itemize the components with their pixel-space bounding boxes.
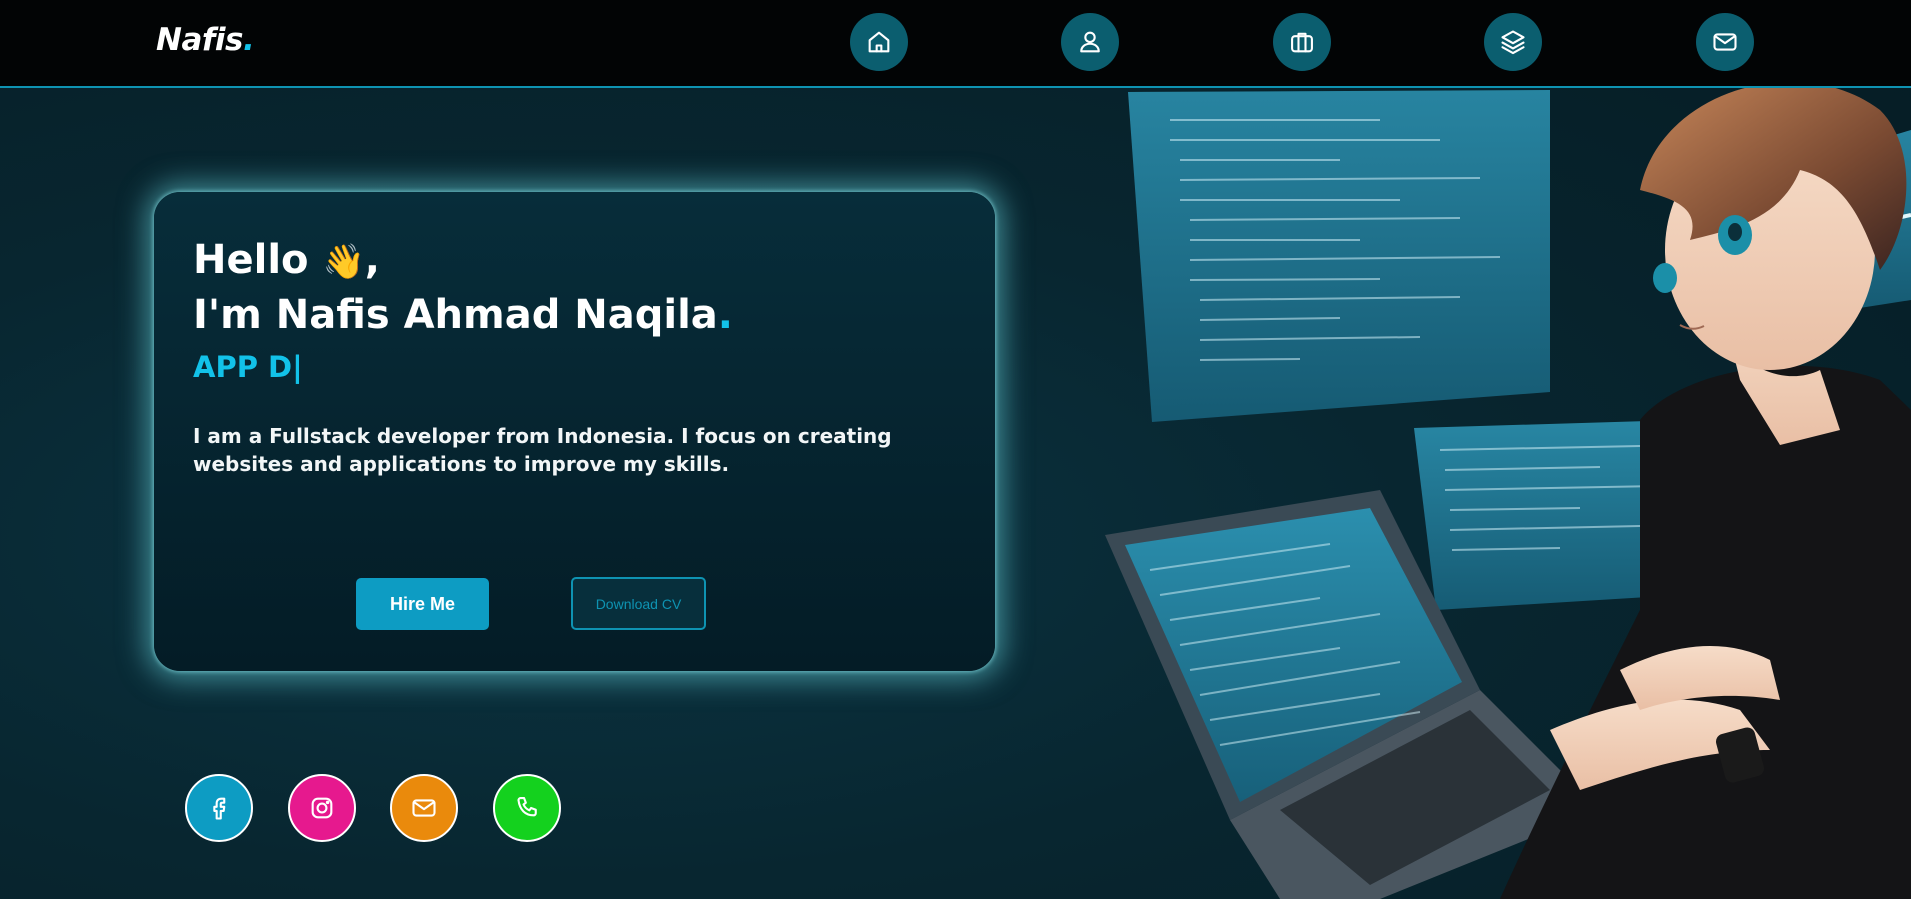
greeting-heading: Hello 👋, bbox=[193, 237, 380, 283]
nav-home-button[interactable] bbox=[850, 13, 908, 71]
intro-description: I am a Fullstack developer from Indonesi… bbox=[193, 424, 892, 476]
email-button[interactable] bbox=[390, 774, 458, 842]
nav-contact-button[interactable] bbox=[1696, 13, 1754, 71]
name-text: I'm Nafis Ahmad Naqila bbox=[193, 292, 718, 338]
name-heading: I'm Nafis Ahmad Naqila. bbox=[193, 292, 733, 338]
phone-button[interactable] bbox=[493, 774, 561, 842]
greeting-text: Hello bbox=[193, 237, 309, 283]
intro-card: Hello 👋, I'm Nafis Ahmad Naqila. APP D| … bbox=[154, 192, 995, 671]
name-dot: . bbox=[717, 292, 733, 338]
nav-portfolio-button[interactable] bbox=[1273, 13, 1331, 71]
hero-illustration bbox=[1105, 81, 1911, 899]
layers-icon bbox=[1501, 30, 1525, 55]
greeting-comma: , bbox=[364, 237, 380, 283]
logo-text: Nafis bbox=[156, 22, 243, 58]
phone-icon bbox=[517, 797, 537, 817]
user-icon bbox=[1080, 31, 1100, 53]
code-panel-back bbox=[1128, 90, 1550, 422]
typed-role-text: APP D| bbox=[193, 350, 303, 384]
download-cv-button[interactable]: Download CV bbox=[571, 577, 706, 630]
nav-services-button[interactable] bbox=[1484, 13, 1542, 71]
hire-me-button[interactable]: Hire Me bbox=[356, 578, 489, 630]
nav-about-button[interactable] bbox=[1061, 13, 1119, 71]
logo-dot: . bbox=[242, 22, 255, 58]
mail-icon bbox=[412, 799, 436, 817]
home-icon bbox=[868, 31, 890, 53]
wave-icon: 👋 bbox=[322, 242, 365, 282]
facebook-button[interactable] bbox=[185, 774, 253, 842]
mail-icon bbox=[1713, 33, 1737, 51]
facebook-icon bbox=[213, 797, 226, 820]
briefcase-icon bbox=[1291, 32, 1313, 53]
logo[interactable]: Nafis. bbox=[156, 22, 255, 58]
top-navbar: Nafis. bbox=[0, 0, 1911, 88]
instagram-icon bbox=[311, 797, 333, 819]
instagram-button[interactable] bbox=[288, 774, 356, 842]
